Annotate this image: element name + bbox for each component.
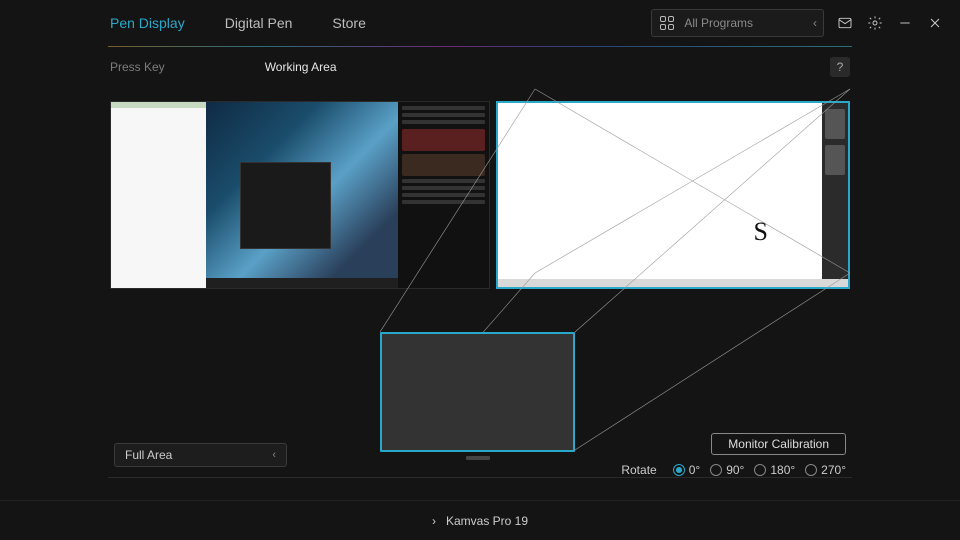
chevron-right-icon: › xyxy=(432,514,436,528)
chevron-left-icon: ‹ xyxy=(813,16,817,30)
monitor-2-taskbar xyxy=(498,279,848,287)
monitor-1-app-2 xyxy=(206,102,399,288)
full-area-label: Full Area xyxy=(125,448,172,462)
working-area-panel: S Full Area ‹ Monitor Calibration Rotate xyxy=(0,87,960,477)
program-selector[interactable]: All Programs ‹ xyxy=(651,9,824,37)
help-button[interactable]: ? xyxy=(830,57,850,77)
device-name: Kamvas Pro 19 xyxy=(446,514,528,528)
monitor-1-preview[interactable] xyxy=(110,101,490,289)
monitor-calibration-button[interactable]: Monitor Calibration xyxy=(711,433,846,455)
rotate-180[interactable]: 180° xyxy=(754,463,795,477)
chevron-left-icon: ‹ xyxy=(272,449,276,461)
rotate-label: Rotate xyxy=(621,463,656,477)
gear-icon[interactable] xyxy=(866,14,884,32)
rotate-controls: Rotate 0° 90° 180° 270° xyxy=(621,463,846,477)
full-area-dropdown[interactable]: Full Area ‹ xyxy=(114,443,287,467)
program-selector-label: All Programs xyxy=(684,16,753,30)
monitor-2-preview[interactable]: S xyxy=(496,101,850,289)
close-icon[interactable] xyxy=(926,14,944,32)
monitor-2-canvas xyxy=(500,105,818,277)
mail-icon[interactable] xyxy=(836,14,854,32)
subtab-press-key[interactable]: Press Key xyxy=(110,60,165,74)
footer-divider xyxy=(108,477,852,478)
minimize-icon[interactable] xyxy=(896,14,914,32)
rotate-0[interactable]: 0° xyxy=(673,463,700,477)
monitor-2-toolbar xyxy=(822,103,848,287)
monitor-1-app-1 xyxy=(111,102,206,288)
apps-grid-icon xyxy=(658,14,676,32)
tab-pen-display[interactable]: Pen Display xyxy=(110,15,185,31)
tab-store[interactable]: Store xyxy=(332,15,365,31)
subtab-working-area[interactable]: Working Area xyxy=(265,60,337,74)
sub-header: Press Key Working Area ? xyxy=(0,47,960,87)
monitor-2-doodle: S xyxy=(754,217,768,247)
device-switcher[interactable]: › Kamvas Pro 19 xyxy=(0,500,960,540)
header-divider xyxy=(108,46,852,47)
rotate-270[interactable]: 270° xyxy=(805,463,846,477)
tab-digital-pen[interactable]: Digital Pen xyxy=(225,15,293,31)
header-bar: Pen Display Digital Pen Store All Progra… xyxy=(0,0,960,46)
monitor-1-app-3 xyxy=(398,102,489,288)
rotate-90[interactable]: 90° xyxy=(710,463,744,477)
